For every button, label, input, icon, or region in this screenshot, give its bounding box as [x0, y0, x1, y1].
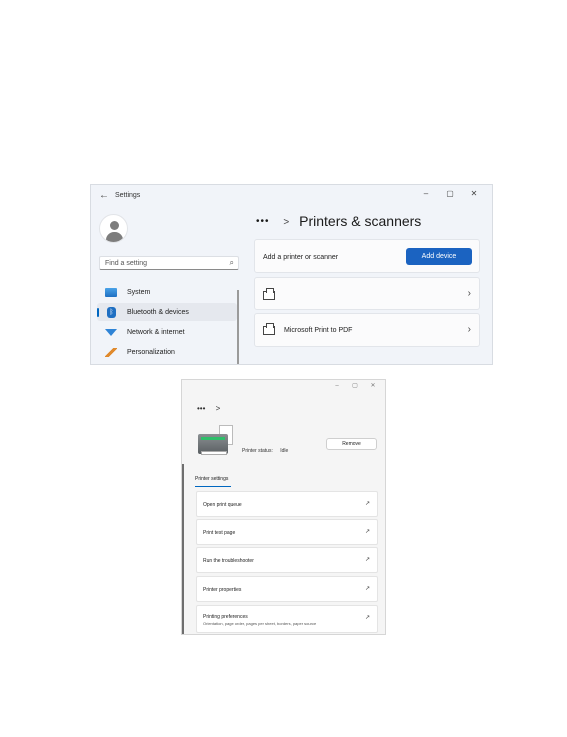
- active-indicator: [97, 308, 99, 317]
- external-link-icon: ↗: [364, 615, 370, 621]
- setting-row-sublabel: Orientation, page order, pages per sheet…: [203, 621, 317, 626]
- external-link-icon: ↗: [364, 501, 370, 507]
- setting-row-run-troubleshooter[interactable]: Run the troubleshooter ↗: [196, 547, 378, 573]
- printer-status: Printer status: Idle: [242, 448, 288, 454]
- nav-item-personalization[interactable]: Personalization: [97, 343, 237, 361]
- setting-row-printer-properties[interactable]: Printer properties ↗: [196, 576, 378, 602]
- search-placeholder: Find a setting: [105, 260, 148, 267]
- minimize-icon[interactable]: –: [328, 380, 346, 392]
- app-title: Settings: [115, 192, 141, 199]
- chevron-right-icon: >: [215, 404, 221, 413]
- setting-row-printing-preferences[interactable]: Printing preferences Orientation, page o…: [196, 605, 378, 633]
- tab-printer-settings[interactable]: Printer settings: [195, 476, 228, 482]
- printer-list-item[interactable]: ›: [254, 277, 480, 310]
- search-icon[interactable]: ⌕: [230, 258, 234, 268]
- printer-status-value: Idle: [280, 448, 289, 454]
- setting-row-label: Run the troubleshooter: [203, 558, 254, 564]
- printer-list-item[interactable]: Microsoft Print to PDF ›: [254, 313, 480, 347]
- nav-item-system[interactable]: System: [97, 283, 237, 301]
- setting-row-open-print-queue[interactable]: Open print queue ↗: [196, 491, 378, 517]
- nav-item-bluetooth-devices[interactable]: ᛒ Bluetooth & devices: [97, 303, 237, 321]
- nav-item-label: Personalization: [127, 348, 175, 356]
- nav-item-label: Bluetooth & devices: [127, 308, 189, 316]
- breadcrumb: ••• >: [197, 404, 220, 413]
- maximize-icon[interactable]: ▢: [346, 380, 364, 392]
- minimize-icon[interactable]: –: [414, 187, 438, 201]
- close-icon[interactable]: ✕: [364, 380, 382, 392]
- title-bar: ← Settings – ▢ ✕: [91, 185, 492, 209]
- external-link-icon: ↗: [364, 557, 370, 563]
- external-link-icon: ↗: [364, 529, 370, 535]
- monitor-icon: [105, 287, 117, 297]
- setting-row-print-test-page[interactable]: Print test page ↗: [196, 519, 378, 545]
- add-device-button[interactable]: Add device: [406, 248, 472, 265]
- setting-row-label: Printing preferences: [203, 614, 248, 620]
- add-printer-label: Add a printer or scanner: [263, 254, 339, 261]
- chevron-right-icon: ›: [467, 288, 471, 299]
- setting-row-label: Print test page: [203, 530, 236, 536]
- window-controls: – ▢ ✕: [414, 187, 486, 201]
- chevron-right-icon: ›: [467, 324, 471, 335]
- printer-status-label: Printer status:: [242, 448, 273, 454]
- scrollbar[interactable]: [182, 464, 184, 634]
- setting-row-label: Printer properties: [203, 587, 242, 593]
- back-arrow-icon[interactable]: ←: [99, 190, 109, 202]
- bluetooth-icon: ᛒ: [107, 306, 116, 318]
- page-title: Printers & scanners: [299, 213, 422, 229]
- remove-button[interactable]: Remove: [326, 438, 377, 450]
- user-avatar-icon[interactable]: [99, 214, 128, 243]
- printer-icon: [263, 323, 275, 335]
- nav-item-label: Network & internet: [127, 328, 185, 336]
- settings-window-screenshot: ← Settings – ▢ ✕ Find a setting ⌕ System…: [90, 184, 493, 365]
- add-printer-card: Add a printer or scanner Add device: [254, 239, 480, 273]
- chevron-right-icon: >: [283, 217, 290, 228]
- tab-underline: [195, 486, 231, 487]
- breadcrumb: ••• > Printers & scanners: [256, 213, 421, 229]
- nav-item-network-internet[interactable]: Network & internet: [97, 323, 237, 341]
- setting-row-label: Open print queue: [203, 502, 242, 508]
- printer-detail-window-screenshot: – ▢ ✕ ••• > Printer status: Idle Remove …: [181, 379, 386, 635]
- brush-icon: [105, 347, 117, 357]
- breadcrumb-more-icon[interactable]: •••: [197, 404, 205, 413]
- breadcrumb-more-icon[interactable]: •••: [256, 216, 270, 227]
- printer-name: Microsoft Print to PDF: [284, 327, 353, 334]
- wifi-icon: [105, 328, 117, 336]
- window-controls: – ▢ ✕: [328, 380, 382, 392]
- close-icon[interactable]: ✕: [462, 187, 486, 201]
- printer-image-icon: [198, 425, 238, 457]
- external-link-icon: ↗: [364, 586, 370, 592]
- search-input[interactable]: Find a setting ⌕: [99, 256, 239, 270]
- maximize-icon[interactable]: ▢: [438, 187, 462, 201]
- nav-item-label: System: [127, 288, 151, 296]
- printer-icon: [263, 288, 275, 300]
- sidebar-scrollbar[interactable]: [237, 290, 239, 364]
